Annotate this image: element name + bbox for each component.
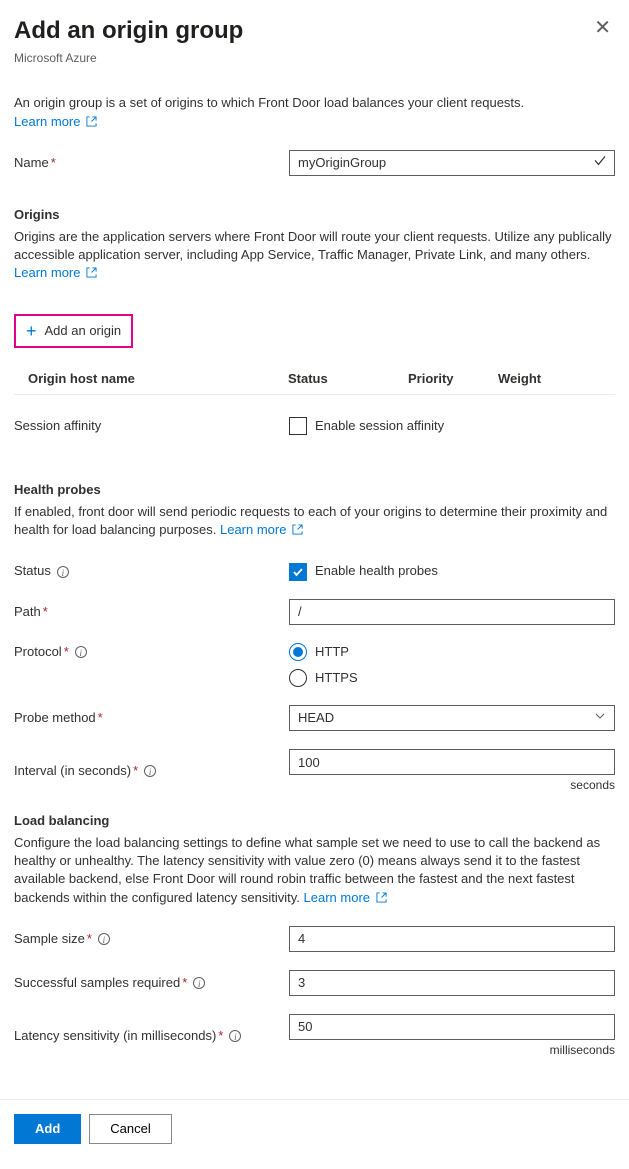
- required-star: *: [87, 930, 92, 948]
- link-text: Learn more: [14, 114, 80, 129]
- info-icon[interactable]: [75, 646, 87, 658]
- radio-label: HTTP: [315, 643, 349, 661]
- hp-interval-unit: seconds: [289, 777, 615, 794]
- col-status: Status: [288, 370, 408, 388]
- required-star: *: [64, 643, 69, 661]
- session-affinity-checkbox-label: Enable session affinity: [315, 417, 444, 435]
- hp-interval-label: Interval (in seconds): [14, 762, 131, 780]
- link-text: Learn more: [220, 522, 286, 537]
- link-text: Learn more: [304, 890, 370, 905]
- session-affinity-checkbox-wrapper[interactable]: Enable session affinity: [289, 417, 444, 435]
- add-origin-label: Add an origin: [45, 323, 122, 338]
- chevron-down-icon: [594, 710, 606, 727]
- required-star: *: [51, 154, 56, 172]
- origins-desc: Origins are the application servers wher…: [14, 229, 612, 262]
- health-probes-desc: If enabled, front door will send periodi…: [14, 504, 607, 537]
- lb-sample-input[interactable]: [289, 926, 615, 952]
- lb-latency-input[interactable]: [289, 1014, 615, 1040]
- intro-learn-more-link[interactable]: Learn more: [14, 114, 97, 129]
- lb-success-label: Successful samples required: [14, 974, 180, 992]
- name-input[interactable]: [289, 150, 615, 176]
- hp-status-checkbox-label: Enable health probes: [315, 562, 438, 580]
- hp-protocol-https-radio[interactable]: HTTPS: [289, 669, 615, 687]
- origins-table: Origin host name Status Priority Weight: [14, 362, 615, 395]
- lb-latency-label: Latency sensitivity (in milliseconds): [14, 1027, 216, 1045]
- required-star: *: [43, 603, 48, 621]
- hp-protocol-http-radio[interactable]: HTTP: [289, 643, 615, 661]
- external-link-icon: [86, 265, 97, 283]
- required-star: *: [98, 709, 103, 727]
- lb-success-input[interactable]: [289, 970, 615, 996]
- required-star: *: [133, 762, 138, 780]
- hp-status-checkbox[interactable]: [289, 563, 307, 581]
- session-affinity-label: Session affinity: [14, 418, 101, 433]
- add-origin-button[interactable]: + Add an origin: [14, 314, 133, 348]
- col-priority: Priority: [408, 370, 498, 388]
- health-probes-learn-more-link[interactable]: Learn more: [220, 522, 303, 537]
- hp-path-label: Path: [14, 603, 41, 621]
- origins-learn-more-link[interactable]: Learn more: [14, 265, 97, 280]
- info-icon[interactable]: [57, 566, 69, 578]
- radio-label: HTTPS: [315, 669, 358, 687]
- hp-protocol-label: Protocol: [14, 643, 62, 661]
- external-link-icon: [292, 522, 303, 540]
- intro-text: An origin group is a set of origins to w…: [14, 95, 524, 110]
- hp-method-select[interactable]: HEAD: [289, 705, 615, 731]
- name-label: Name: [14, 154, 49, 172]
- lb-sample-label: Sample size: [14, 930, 85, 948]
- hp-status-label: Status: [14, 562, 51, 580]
- session-affinity-checkbox[interactable]: [289, 417, 307, 435]
- hp-method-label: Probe method: [14, 709, 96, 727]
- plus-icon: +: [26, 322, 37, 340]
- load-balancing-learn-more-link[interactable]: Learn more: [304, 890, 387, 905]
- radio-icon: [289, 669, 307, 687]
- hp-interval-input[interactable]: [289, 749, 615, 775]
- select-value: HEAD: [298, 709, 334, 727]
- required-star: *: [182, 974, 187, 992]
- panel-subtitle: Microsoft Azure: [14, 50, 243, 67]
- radio-icon: [289, 643, 307, 661]
- col-weight: Weight: [498, 370, 615, 388]
- health-probes-heading: Health probes: [14, 481, 615, 499]
- required-star: *: [218, 1027, 223, 1045]
- external-link-icon: [86, 114, 97, 132]
- origins-heading: Origins: [14, 206, 615, 224]
- add-button[interactable]: Add: [14, 1114, 81, 1144]
- panel-title: Add an origin group: [14, 14, 243, 48]
- external-link-icon: [376, 890, 387, 908]
- col-origin-host-name: Origin host name: [28, 370, 288, 388]
- close-icon[interactable]: ✕: [590, 14, 615, 42]
- info-icon[interactable]: [193, 977, 205, 989]
- hp-status-checkbox-wrapper[interactable]: Enable health probes: [289, 562, 438, 580]
- cancel-button[interactable]: Cancel: [89, 1114, 171, 1144]
- info-icon[interactable]: [229, 1030, 241, 1042]
- lb-latency-unit: milliseconds: [289, 1042, 615, 1059]
- info-icon[interactable]: [98, 933, 110, 945]
- hp-path-input[interactable]: [289, 599, 615, 625]
- info-icon[interactable]: [144, 765, 156, 777]
- load-balancing-heading: Load balancing: [14, 812, 615, 830]
- link-text: Learn more: [14, 265, 80, 280]
